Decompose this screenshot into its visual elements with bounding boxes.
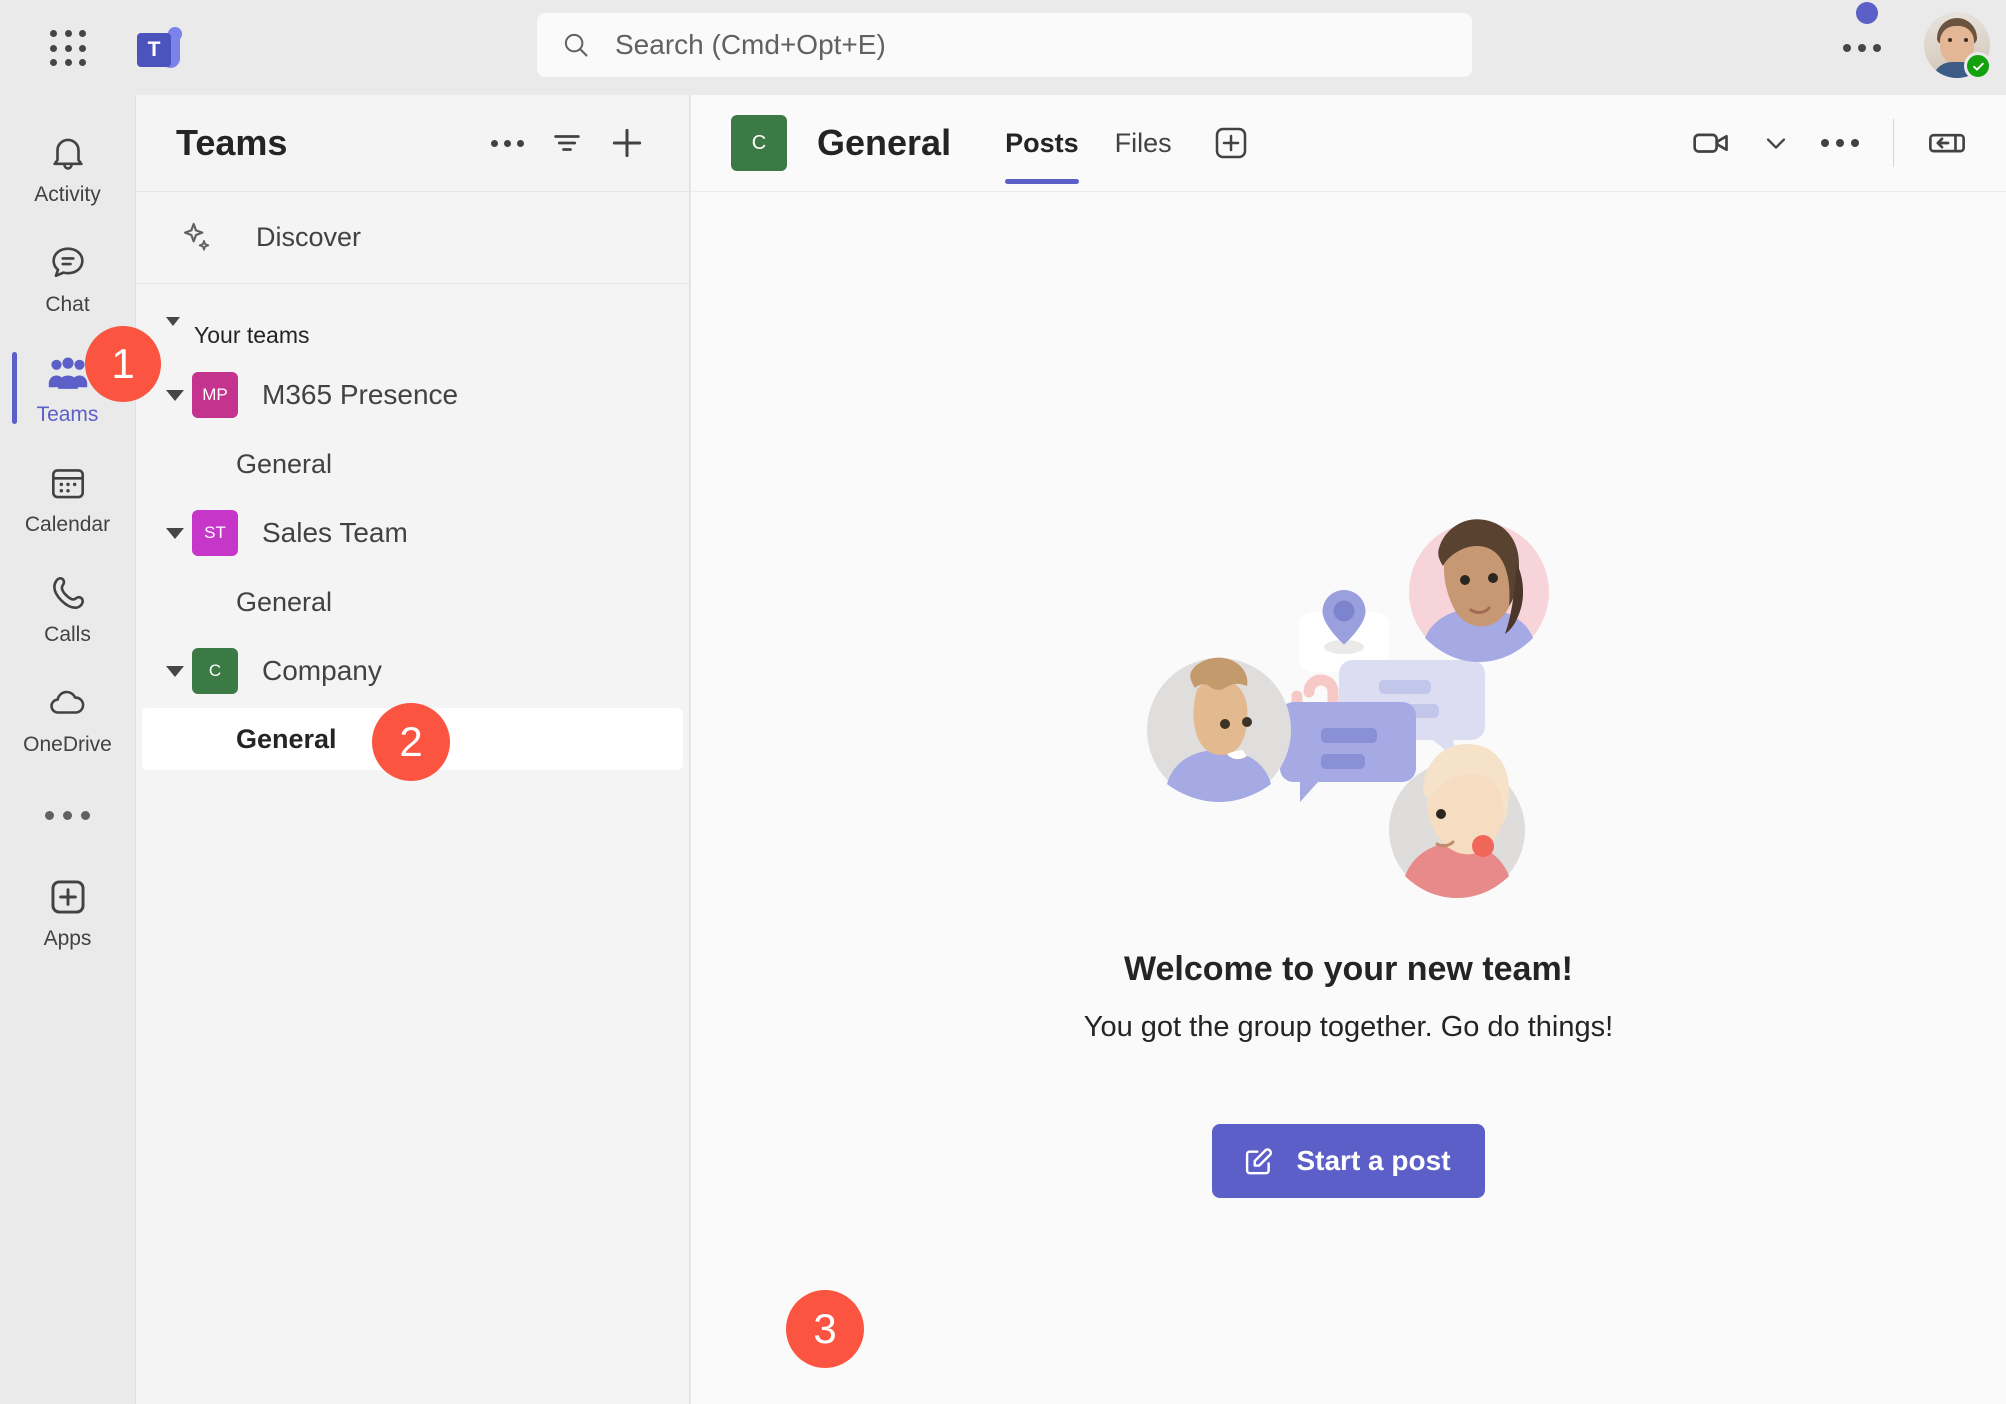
channel-tabs: Posts Files — [987, 95, 1252, 192]
welcome-section: Welcome to your new team! You got the gr… — [691, 192, 2006, 1198]
open-side-panel-button[interactable] — [1918, 117, 1976, 169]
rail-item-calendar[interactable]: Calendar — [0, 443, 135, 553]
channel-header: C General Posts Files — [691, 95, 2006, 192]
people-icon — [45, 349, 91, 397]
your-teams-header[interactable]: Your teams — [136, 312, 689, 358]
top-bar: T Search (Cmd+Opt+E) — [0, 0, 2006, 95]
welcome-title: Welcome to your new team! — [1123, 950, 1574, 988]
your-teams-label: Your teams — [194, 321, 310, 348]
teams-panel-header: Teams — [136, 95, 689, 192]
channel-general-m365presence[interactable]: General — [142, 432, 683, 496]
status-badge — [1964, 52, 1992, 80]
chevron-down-icon — [1766, 138, 1786, 149]
calendar-icon — [47, 459, 89, 507]
channel-name: General — [236, 448, 333, 479]
channel-general-salesteam[interactable]: General — [142, 570, 683, 634]
tab-posts[interactable]: Posts — [987, 95, 1097, 192]
join-or-create-team-button[interactable] — [603, 119, 651, 167]
start-post-wrap: Start a post — [1212, 1124, 1485, 1198]
settings-and-more-button[interactable] — [1836, 32, 1888, 64]
filter-icon — [554, 135, 580, 151]
chat-bubble-icon — [47, 239, 89, 287]
step-badge-3: 3 — [786, 1290, 864, 1368]
open-side-panel-icon — [1929, 133, 1965, 153]
notification-dot — [1856, 2, 1878, 24]
team-avatar: MP — [192, 372, 238, 418]
rail-item-calls[interactable]: Calls — [0, 553, 135, 663]
team-avatar: ST — [192, 510, 238, 556]
team-row[interactable]: ST Sales Team — [136, 496, 689, 570]
plus-icon — [612, 128, 642, 158]
teams-tree: Your teams MP M365 Presence General ST S… — [136, 284, 689, 770]
more-horizontal-icon — [490, 139, 524, 147]
team-name: M365 Presence — [262, 379, 459, 410]
search-input[interactable]: Search (Cmd+Opt+E) — [537, 13, 1472, 77]
team-name: Company — [262, 655, 382, 686]
tab-label: Posts — [1005, 127, 1079, 158]
team-row[interactable]: MP M365 Presence — [136, 358, 689, 432]
team-row[interactable]: C Company — [136, 634, 689, 708]
step-badge-2: 2 — [372, 703, 450, 781]
compose-icon — [1246, 1148, 1273, 1175]
channel-team-avatar: C — [731, 115, 787, 171]
rail-label: Calendar — [24, 513, 111, 536]
avatar[interactable] — [1924, 12, 1992, 80]
plus-box-icon — [1215, 127, 1246, 159]
add-tab-button[interactable] — [1210, 122, 1252, 164]
channel-title: General — [817, 122, 952, 163]
rail-item-activity[interactable]: Activity — [0, 113, 135, 223]
rail-label: Activity — [34, 183, 101, 206]
chevron-down-icon[interactable] — [160, 527, 190, 539]
rail-label: Teams — [36, 403, 99, 426]
team-name: Sales Team — [262, 517, 408, 548]
channel-name: General — [236, 723, 337, 754]
chevron-down-icon — [166, 317, 188, 344]
welcome-subtitle: You got the group together. Go do things… — [1083, 1011, 1614, 1043]
more-horizontal-icon — [1821, 139, 1859, 147]
header-divider — [1893, 119, 1894, 167]
page-title: Teams — [176, 122, 288, 163]
channel-header-actions — [1683, 117, 1976, 169]
start-a-post-button[interactable]: Start a post — [1212, 1124, 1485, 1198]
start-a-post-label: Start a post — [1296, 1145, 1451, 1176]
app-rail: Activity Chat Teams Calendar Calls OneDr… — [0, 95, 135, 1404]
chevron-down-icon[interactable] — [160, 665, 190, 677]
main-content: C General Posts Files Welcome to your ne… — [691, 95, 2006, 1404]
channel-more-button[interactable] — [1811, 117, 1869, 169]
search-placeholder: Search (Cmd+Opt+E) — [615, 29, 886, 60]
checkmark-icon — [1972, 62, 1984, 71]
meet-options-button[interactable] — [1747, 117, 1805, 169]
plus-box-icon — [46, 873, 90, 921]
video-camera-icon — [1693, 133, 1728, 153]
teams-filter-button[interactable] — [543, 119, 591, 167]
rail-label: Apps — [43, 927, 92, 950]
cloud-icon — [46, 679, 90, 727]
teams-logo-icon[interactable]: T — [135, 25, 187, 73]
discover-label: Discover — [256, 222, 362, 252]
rail-label: OneDrive — [23, 733, 112, 756]
rail-item-apps[interactable]: Apps — [0, 857, 135, 967]
rail-item-chat[interactable]: Chat — [0, 223, 135, 333]
discover-button[interactable]: Discover — [136, 192, 689, 284]
teams-logo-letter: T — [147, 38, 161, 61]
sparkle-icon — [183, 222, 210, 251]
rail-item-onedrive[interactable]: OneDrive — [0, 663, 135, 773]
app-grid-icon[interactable] — [48, 28, 90, 70]
teams-app-window: T Search (Cmd+Opt+E) Activity Chat Teams… — [0, 0, 2006, 1404]
rail-label: Calls — [44, 623, 91, 646]
bell-icon — [47, 129, 89, 177]
step-badge-1: 1 — [85, 326, 161, 402]
tab-label: Files — [1114, 127, 1172, 158]
phone-icon — [47, 569, 89, 617]
rail-label: Chat — [45, 293, 90, 316]
search-icon — [564, 33, 588, 57]
people-chat-illustration — [1139, 492, 1559, 912]
rail-more-button[interactable] — [0, 773, 135, 857]
tab-files[interactable]: Files — [1097, 95, 1190, 192]
channel-name: General — [236, 586, 333, 617]
teams-more-button[interactable] — [483, 119, 531, 167]
chevron-down-icon[interactable] — [160, 389, 190, 401]
meet-now-button[interactable] — [1683, 117, 1741, 169]
team-avatar: C — [192, 648, 238, 694]
